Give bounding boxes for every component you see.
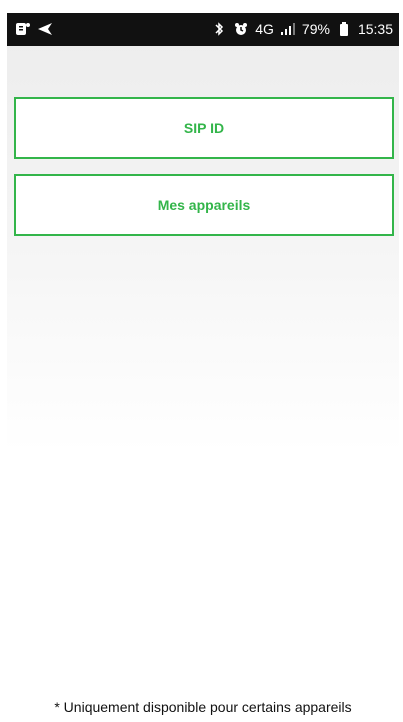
phone-screen: 4G 79% 15:35 SIP ID Mes appareils * Uniq… [0,0,403,722]
status-bar: 4G 79% 15:35 [7,13,399,46]
battery-percentage: 79% [301,21,330,37]
sip-id-button-label: SIP ID [183,120,225,136]
status-time: 15:35 [357,21,393,37]
availability-note: * Uniquement disponible pour certains ap… [54,699,352,715]
signal-icon [280,19,296,39]
navigation-icon [37,19,53,39]
battery-icon [336,19,352,39]
network-type: 4G [255,21,274,37]
bluetooth-icon [211,19,227,39]
sip-id-button[interactable]: SIP ID [14,97,394,159]
mes-appareils-button[interactable]: Mes appareils [14,174,394,236]
status-right: 4G 79% 15:35 [211,19,393,39]
status-left [15,19,53,39]
mes-appareils-button-label: Mes appareils [157,197,251,213]
alarm-icon [233,19,249,39]
main-content: SIP ID Mes appareils * Uniquement dispon… [7,46,399,722]
app-window: 4G 79% 15:35 SIP ID Mes appareils * Uniq… [7,13,399,722]
notification-icon [15,19,31,39]
